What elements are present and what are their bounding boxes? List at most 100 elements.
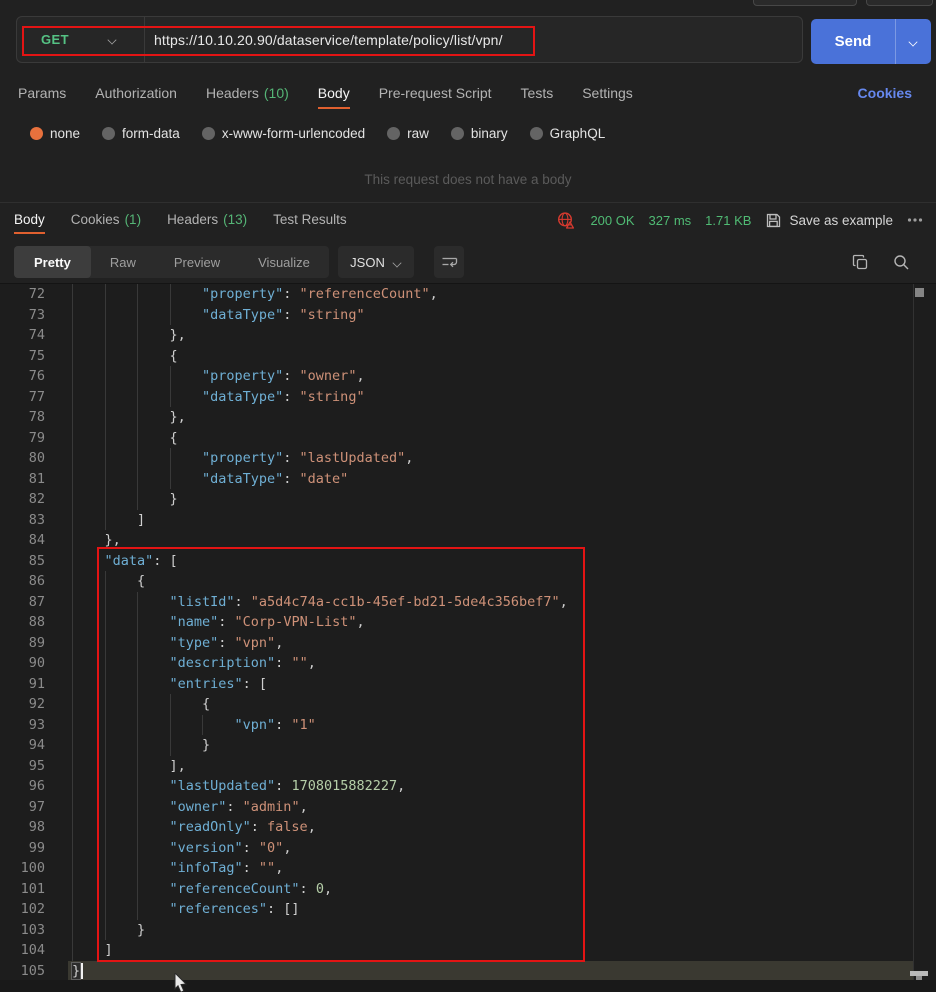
section-divider[interactable] [0, 202, 936, 203]
method-label: GET [41, 32, 69, 47]
radio-form-data[interactable]: form-data [102, 126, 180, 141]
tab-settings[interactable]: Settings [582, 82, 633, 109]
code-text: "lastUpdated": 1708015882227, [170, 776, 406, 797]
code-line: 97"owner": "admin", [0, 797, 936, 818]
code-line: 91"entries": [ [0, 674, 936, 695]
radio-none[interactable]: none [30, 126, 80, 141]
tab-authorization[interactable]: Authorization [95, 82, 177, 109]
line-number: 102 [0, 899, 45, 920]
response-size[interactable]: 1.71 KB [705, 213, 751, 228]
line-number: 94 [0, 735, 45, 756]
radio-graphql[interactable]: GraphQL [530, 126, 606, 141]
ssl-warning-globe-icon[interactable] [557, 211, 576, 229]
indent-guide [137, 817, 138, 838]
response-tab-headers[interactable]: Headers(13) [167, 210, 247, 234]
indent-guide [72, 858, 73, 879]
response-tabs: Body Cookies(1) Headers(13) Test Results [14, 210, 347, 234]
wrap-text-button[interactable] [434, 246, 464, 278]
indent-guide [137, 428, 138, 449]
method-selector[interactable]: GET [17, 17, 144, 62]
vertical-scrollbar-track[interactable] [913, 284, 914, 980]
line-number: 101 [0, 879, 45, 900]
response-tab-body[interactable]: Body [14, 210, 45, 234]
indent-guide [105, 592, 106, 613]
cookies-link[interactable]: Cookies [858, 85, 912, 101]
indent-guide [137, 653, 138, 674]
radio-raw[interactable]: raw [387, 126, 429, 141]
language-selector[interactable]: JSON [338, 246, 414, 278]
code-text: "referenceCount": 0, [170, 879, 333, 900]
indent-guide [170, 305, 171, 326]
line-number: 84 [0, 530, 45, 551]
response-tab-test-results[interactable]: Test Results [273, 210, 347, 234]
indent-guide [72, 612, 73, 633]
indent-guide [72, 325, 73, 346]
response-tab-cookies[interactable]: Cookies(1) [71, 210, 141, 234]
tab-headers[interactable]: Headers(10) [206, 82, 289, 109]
code-text: "property": "referenceCount", [202, 284, 438, 305]
code-text: "references": [] [170, 899, 300, 920]
copy-icon[interactable] [852, 254, 869, 271]
code-line: 87"listId": "a5d4c74a-cc1b-45ef-bd21-5de… [0, 592, 936, 613]
line-number: 100 [0, 858, 45, 879]
radio-x-www-form-urlencoded[interactable]: x-www-form-urlencoded [202, 126, 365, 141]
language-label: JSON [350, 255, 385, 270]
response-meta: 200 OK 327 ms 1.71 KB Save as example [557, 208, 923, 232]
code-text: { [202, 694, 210, 715]
code-line: 92{ [0, 694, 936, 715]
indent-guide [137, 407, 138, 428]
wrap-text-icon [441, 255, 458, 270]
code-text: }, [170, 407, 186, 428]
line-number: 83 [0, 510, 45, 531]
indent-guide [137, 366, 138, 387]
line-number: 105 [0, 961, 45, 982]
tab-body[interactable]: Body [318, 82, 350, 109]
indent-guide [137, 387, 138, 408]
code-text: "name": "Corp-VPN-List", [170, 612, 365, 633]
line-number: 76 [0, 366, 45, 387]
indent-guide [137, 858, 138, 879]
indent-guide [105, 366, 106, 387]
radio-binary[interactable]: binary [451, 126, 508, 141]
response-time[interactable]: 327 ms [649, 213, 692, 228]
status-badge[interactable]: 200 OK [590, 213, 634, 228]
top-toolbar-button-1[interactable] [753, 0, 857, 6]
top-toolbar-button-2[interactable] [866, 0, 933, 6]
text-cursor [81, 963, 83, 979]
response-body-editor[interactable]: 72"property": "referenceCount",73"dataTy… [0, 283, 936, 980]
indent-guide [105, 510, 106, 531]
code-text: "readOnly": false, [170, 817, 316, 838]
indent-guide [170, 448, 171, 469]
view-visualize[interactable]: Visualize [239, 246, 329, 278]
code-line: 80"property": "lastUpdated", [0, 448, 936, 469]
indent-guide [72, 407, 73, 428]
code-line: 74}, [0, 325, 936, 346]
url-input[interactable]: https://10.10.20.90/dataservice/template… [145, 32, 503, 48]
tab-tests[interactable]: Tests [521, 82, 554, 109]
view-pretty[interactable]: Pretty [14, 246, 91, 278]
indent-guide [105, 448, 106, 469]
vertical-scrollbar-thumb[interactable] [915, 288, 924, 297]
save-as-example-button[interactable]: Save as example [765, 212, 893, 229]
more-options-icon[interactable] [907, 217, 923, 223]
indent-guide [137, 633, 138, 654]
indent-guide [72, 694, 73, 715]
send-options-button[interactable] [896, 19, 931, 64]
indent-guide [105, 838, 106, 859]
view-preview[interactable]: Preview [155, 246, 239, 278]
tab-pre-request-script[interactable]: Pre-request Script [379, 82, 492, 109]
indent-guide [72, 366, 73, 387]
code-line: 98"readOnly": false, [0, 817, 936, 838]
indent-guide [72, 899, 73, 920]
code-line: 79{ [0, 428, 936, 449]
indent-guide [137, 612, 138, 633]
code-line: 83] [0, 510, 936, 531]
code-text: "property": "lastUpdated", [202, 448, 413, 469]
send-button[interactable]: Send [811, 19, 931, 64]
code-text: }, [170, 325, 186, 346]
view-raw[interactable]: Raw [91, 246, 155, 278]
tab-params[interactable]: Params [18, 82, 66, 109]
indent-guide [72, 428, 73, 449]
indent-guide [72, 284, 73, 305]
search-icon[interactable] [893, 254, 910, 271]
